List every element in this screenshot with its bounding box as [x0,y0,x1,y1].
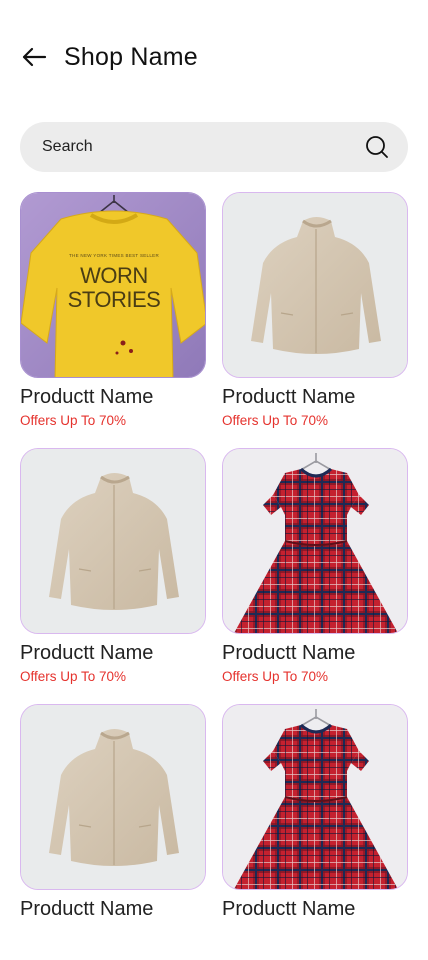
search-icon [366,136,388,158]
sweater-print-line1: WORN [80,263,148,288]
product-offer: Offers Up To 70% [20,669,127,684]
product-card[interactable]: Productt Name Offers Up To 70% [222,448,408,704]
product-offer: Offers Up To 70% [222,413,329,428]
product-name: Productt Name [222,642,356,664]
product-offer: Offers Up To 70% [222,669,329,684]
product-grid: THE NEW YORK TIMES BEST SELLER WORN STOR… [20,192,408,960]
product-card[interactable]: Productt Name Offers Up To 70% [222,192,408,448]
product-image: THE NEW YORK TIMES BEST SELLER WORN STOR… [20,192,206,378]
page-title: Shop Name [64,42,198,71]
product-name: Productt Name [222,898,356,920]
search-bar [20,122,408,172]
product-image [222,704,408,890]
product-card[interactable]: Productt Name [222,704,408,960]
product-name: Productt Name [20,898,154,920]
app-header: Shop Name [20,40,198,74]
product-card[interactable]: Productt Name Offers Up To 70% [20,448,206,704]
product-offer: Offers Up To 70% [20,413,127,428]
product-image [20,448,206,634]
product-card[interactable]: Productt Name [20,704,206,960]
product-image [222,448,408,634]
search-button[interactable] [364,134,390,160]
arrow-left-icon [22,47,47,67]
product-name: Productt Name [20,386,154,408]
product-card[interactable]: THE NEW YORK TIMES BEST SELLER WORN STOR… [20,192,206,448]
back-button[interactable] [20,43,48,71]
svg-text:THE NEW YORK TIMES BEST SELLER: THE NEW YORK TIMES BEST SELLER [69,253,159,258]
product-image [222,192,408,378]
sweater-print-line2: STORIES [68,287,161,312]
product-name: Productt Name [20,642,154,664]
search-input[interactable] [40,137,364,157]
product-name: Productt Name [222,386,356,408]
product-image [20,704,206,890]
